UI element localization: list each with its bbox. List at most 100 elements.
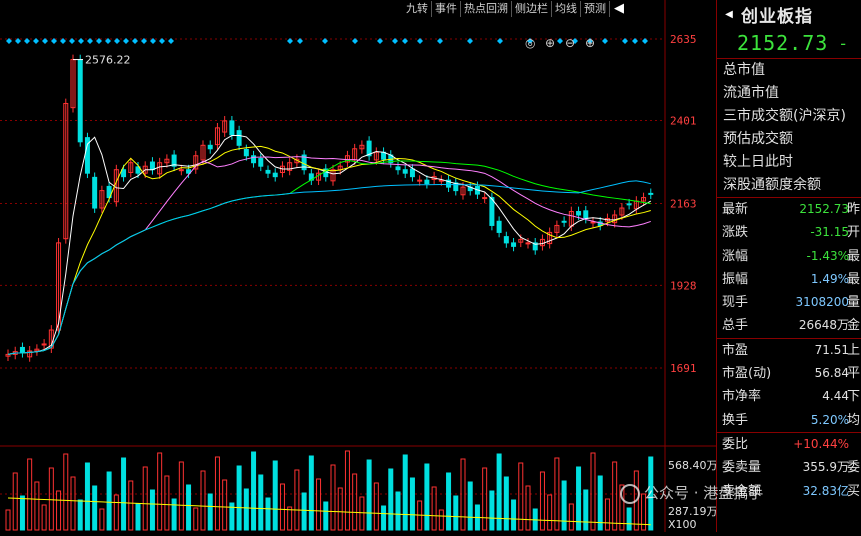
volume-bar (5, 509, 11, 531)
candle-body (648, 192, 654, 195)
quote-value: +10.44% (793, 436, 849, 451)
volume-bar (157, 452, 163, 531)
quote-value: 355.9万 (802, 460, 849, 475)
volume-bar (34, 481, 40, 531)
forecast-button[interactable]: 预测 (581, 0, 610, 17)
quote-list: 最新 2152.73 昨涨跌 -31.15 开涨幅 -1.43% 最振幅 1.49% 最现手 31… (717, 198, 861, 339)
info-item[interactable]: 流通市值 (717, 82, 861, 105)
info-item[interactable]: 三市成交额(沪深京) (717, 105, 861, 128)
price-axis-label: 2635 (670, 33, 697, 46)
volume-bar (236, 465, 242, 531)
volume-axis-label: 287.19万 (668, 505, 716, 518)
chart-zoom-icon: ⊕ (545, 36, 555, 50)
volume-bar (590, 452, 596, 531)
volume-bar (99, 508, 105, 531)
kline-chart[interactable]: 2635 2401 2163 1928 1691 568.40万 287.19万 X100 ◎ ⊕… (0, 0, 718, 532)
info-item[interactable]: 预估成交额 (717, 128, 861, 151)
candle-body (402, 169, 408, 174)
event-marker (168, 38, 174, 44)
candle-body (576, 211, 582, 216)
candle-body (243, 148, 249, 157)
volume-bar (63, 453, 69, 531)
quote-tail-label: 下 (847, 389, 861, 405)
event-marker (632, 38, 638, 44)
event-marker (497, 38, 503, 44)
volume-bar (597, 475, 603, 531)
quote-row: 现手 3108200 量 (717, 291, 861, 314)
volume-bar (294, 469, 300, 531)
volume-bar (395, 491, 401, 531)
info-item[interactable]: 总市值 (717, 59, 861, 82)
volume-bar (265, 497, 271, 531)
candle-body (178, 169, 184, 172)
event-marker (557, 38, 563, 44)
volume-bar (12, 472, 18, 531)
volume-bar (489, 490, 495, 531)
volume-bar (626, 507, 632, 531)
quote-row: 最新 2152.73 昨 (717, 198, 861, 221)
event-marker (377, 38, 383, 44)
volume-bar (576, 466, 582, 531)
volume-bar (178, 461, 184, 531)
volume-bar (446, 472, 452, 531)
sidebar-toggle-button[interactable]: 侧边栏 (512, 0, 552, 17)
candle-body (229, 120, 235, 136)
volume-bar (287, 506, 293, 531)
volume-bar (279, 483, 285, 531)
quote-row: 市净率 4.44 下 (717, 385, 861, 408)
volume-bar (316, 478, 322, 531)
event-marker (114, 38, 120, 44)
info-item[interactable]: 深股通额度余额 (717, 174, 861, 197)
quote-value: 71.51 (814, 342, 849, 357)
hotspot-review-button[interactable]: 热点回溯 (461, 0, 512, 17)
volume-bar (583, 489, 589, 531)
candle-body (409, 168, 415, 178)
volume-bar (359, 496, 365, 531)
quote-row: 市盈(动) 56.84 平 (717, 362, 861, 385)
candle-body (207, 144, 213, 150)
event-marker (87, 38, 93, 44)
quote-label: 现手 (722, 295, 749, 311)
chart-toolbar: 九转 事件 热点回溯 侧边栏 均线 预测 ◀ (403, 0, 628, 17)
volume-bar (308, 455, 314, 531)
info-item[interactable]: 较上日此时 (717, 151, 861, 174)
event-marker (437, 38, 443, 44)
volume-axis-label: X100 (668, 518, 697, 531)
volume-bar (366, 459, 372, 531)
quote-tail-label: 最 (847, 248, 861, 264)
quote-tail-label: 委 (847, 460, 861, 476)
volume-bar (77, 499, 83, 531)
kline-svg[interactable]: 2635 2401 2163 1928 1691 568.40万 287.19万X100 ◎ ⊕… (0, 0, 718, 532)
event-marker (33, 38, 39, 44)
close-icon[interactable]: ◀ (610, 1, 628, 17)
collapse-arrow-icon[interactable]: ◀ (717, 9, 741, 20)
chart-zoom-icon: ⊖ (565, 36, 575, 50)
quote-value: 1.49% (810, 271, 849, 286)
event-marker (123, 38, 129, 44)
volume-bar (482, 467, 488, 531)
events-button[interactable]: 事件 (432, 0, 461, 17)
event-marker (78, 38, 84, 44)
event-marker (297, 38, 303, 44)
candle-body (149, 161, 155, 171)
watermark-text: 公众号 · 港盘搞手 (644, 484, 764, 502)
volume-bar (503, 476, 509, 531)
volume-bar (424, 463, 430, 531)
quote-row: 振幅 1.49% 最 (717, 268, 861, 291)
peak-price-label: 2576.22 (85, 54, 131, 67)
quote-value: -31.15 (810, 225, 849, 240)
candle-body (19, 346, 25, 354)
volume-bar (511, 499, 517, 531)
jiuzhuan-button[interactable]: 九转 (403, 0, 432, 17)
candle-body (236, 130, 242, 146)
ma-button[interactable]: 均线 (552, 0, 581, 17)
quote-row: 委比 +10.44% (717, 433, 861, 456)
moving-average-line (7, 145, 651, 355)
event-marker (622, 38, 628, 44)
event-marker (602, 38, 608, 44)
quote-label: 市盈(动) (722, 366, 772, 382)
panel-header: ◀ 创业板指 (717, 0, 861, 28)
candle-body (424, 179, 430, 185)
volume-bar (330, 464, 336, 531)
quote-tail-label: 量 (847, 295, 861, 311)
